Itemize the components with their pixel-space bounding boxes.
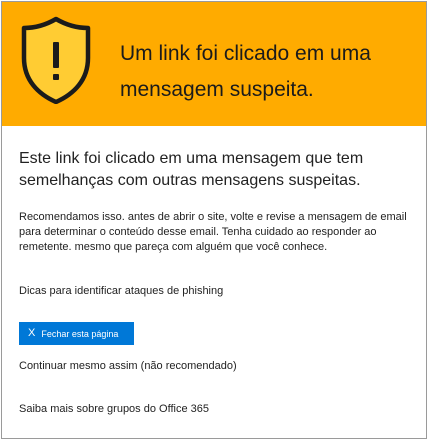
phishing-tips-link[interactable]: Dicas para identificar ataques de phishi…	[19, 285, 223, 297]
continue-anyway-link[interactable]: Continuar mesmo assim (não recomendado)	[19, 360, 237, 372]
banner-title: Um link foi clicado em uma mensagem susp…	[120, 42, 371, 101]
close-page-button[interactable]: X Fechar esta página	[19, 322, 134, 345]
warning-card: Um link foi clicado em uma mensagem susp…	[1, 1, 427, 439]
learn-more-link[interactable]: Saiba mais sobre grupos do Office 365	[19, 403, 209, 415]
warning-description: Recomendamos isso. antes de abrir o site…	[19, 211, 407, 253]
close-icon: X	[28, 327, 36, 339]
warning-headline: Este link foi clicado em uma mensagem qu…	[19, 150, 364, 189]
close-page-button-label: Fechar esta página	[41, 328, 119, 339]
warning-banner: Um link foi clicado em uma mensagem susp…	[2, 2, 426, 126]
warning-shield-icon	[21, 16, 91, 104]
